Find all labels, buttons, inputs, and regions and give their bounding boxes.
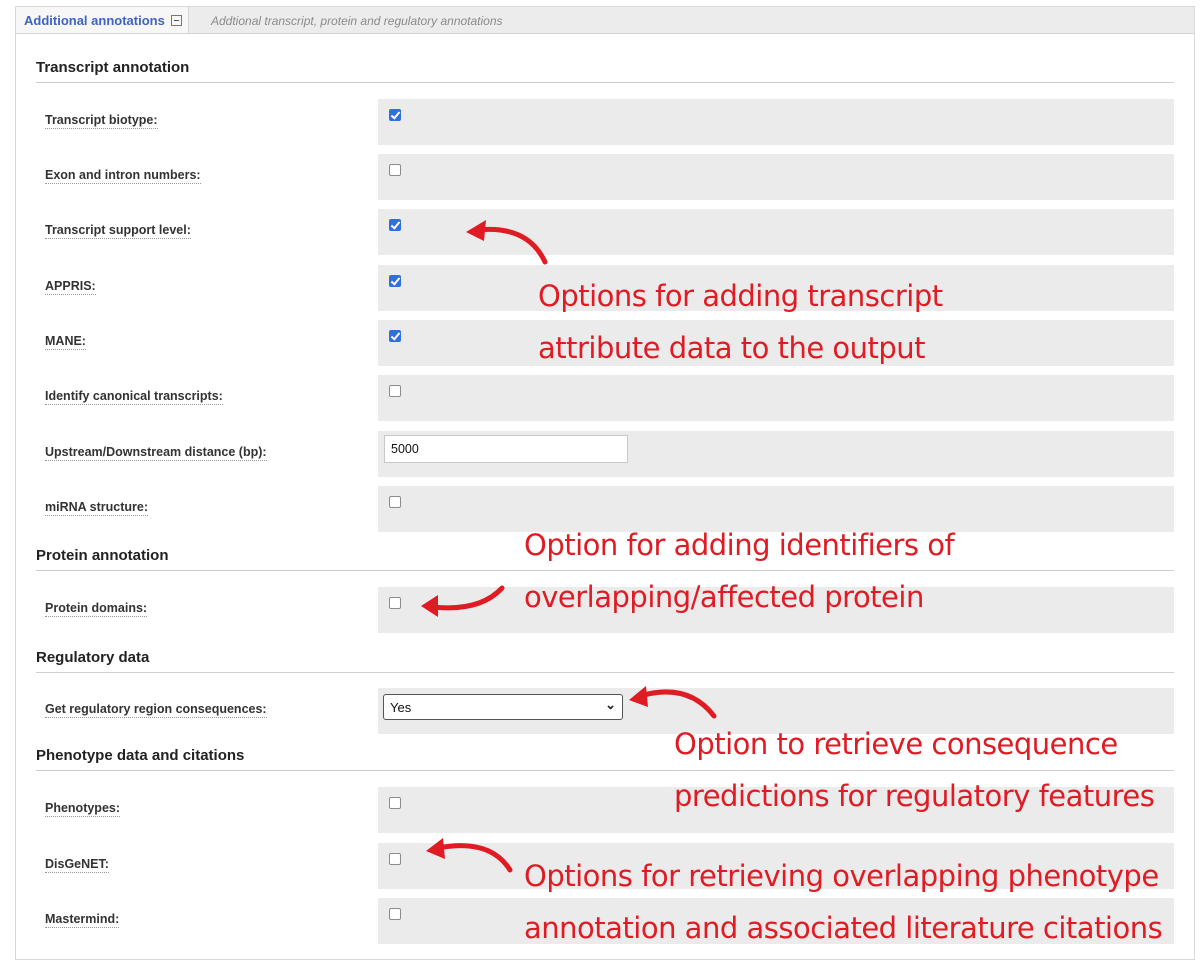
- label-up-down-distance: Upstream/Downstream distance (bp):: [45, 445, 267, 461]
- label-protein-domains: Protein domains:: [45, 601, 148, 617]
- checkbox-protein-domains[interactable]: [389, 597, 401, 609]
- label-exon-intron-numbers: Exon and intron numbers:: [45, 168, 201, 184]
- chevron-down-icon: ⌄: [605, 697, 616, 712]
- annotation-protein-line1: Option for adding identifiers of: [524, 528, 955, 562]
- distance-input[interactable]: [384, 435, 628, 463]
- checkbox-disgenet[interactable]: [389, 853, 401, 865]
- section-transcript-annotation: Transcript annotation: [36, 59, 1174, 83]
- checkbox-mastermind[interactable]: [389, 908, 401, 920]
- label-mirna-structure: miRNA structure:: [45, 500, 149, 516]
- annotation-phenotype-line1: Options for retrieving overlapping pheno…: [524, 859, 1159, 893]
- row-exon-intron-numbers: [378, 154, 1174, 200]
- tab-title: Additional annotations: [24, 12, 165, 28]
- label-transcript-support-level: Transcript support level:: [45, 223, 191, 239]
- checkbox-transcript-support-level[interactable]: [389, 219, 401, 231]
- row-identify-canonical: [378, 375, 1174, 421]
- checkbox-mirna-structure[interactable]: [389, 496, 401, 508]
- annotation-transcript-line1: Options for adding transcript: [538, 279, 943, 313]
- checkbox-phenotypes[interactable]: [389, 797, 401, 809]
- tab-description: Addtional transcript, protein and regula…: [211, 14, 503, 28]
- checkbox-appris[interactable]: [389, 275, 401, 287]
- checkbox-transcript-biotype[interactable]: [389, 109, 401, 121]
- annotation-phenotype: Options for retrieving overlapping pheno…: [524, 850, 1163, 954]
- label-phenotypes: Phenotypes:: [45, 801, 121, 817]
- regulatory-select[interactable]: Yes ⌄: [383, 694, 623, 720]
- label-mastermind: Mastermind:: [45, 912, 120, 928]
- annotation-transcript: Options for adding transcript attribute …: [538, 270, 943, 374]
- label-disgenet: DisGeNET:: [45, 857, 109, 873]
- tab-bar: Additional annotations Addtional transcr…: [16, 7, 1194, 34]
- label-appris: APPRIS:: [45, 279, 96, 295]
- annotation-regulatory-line1: Option to retrieve consequence: [674, 727, 1118, 761]
- annotation-regulatory-line2: predictions for regulatory features: [674, 779, 1155, 813]
- annotation-phenotype-line2: annotation and associated literature cit…: [524, 911, 1163, 945]
- label-mane: MANE:: [45, 334, 86, 350]
- regulatory-select-value: Yes: [390, 700, 412, 715]
- annotation-protein-line2: overlapping/affected protein: [524, 580, 924, 614]
- row-transcript-biotype: [378, 99, 1174, 145]
- section-regulatory-data: Regulatory data: [36, 649, 1174, 673]
- checkbox-mane[interactable]: [389, 330, 401, 342]
- annotation-transcript-line2: attribute data to the output: [538, 331, 926, 365]
- label-transcript-biotype: Transcript biotype:: [45, 113, 158, 129]
- annotation-protein: Option for adding identifiers of overlap…: [524, 519, 955, 623]
- checkbox-exon-intron-numbers[interactable]: [389, 164, 401, 176]
- label-regulatory-consequences: Get regulatory region consequences:: [45, 702, 267, 718]
- row-up-down-distance: [378, 431, 1174, 477]
- checkbox-identify-canonical[interactable]: [389, 385, 401, 397]
- collapse-icon[interactable]: [170, 14, 182, 26]
- label-identify-canonical: Identify canonical transcripts:: [45, 389, 223, 405]
- annotation-regulatory: Option to retrieve consequence predictio…: [674, 718, 1155, 822]
- row-transcript-support-level: [378, 209, 1174, 255]
- tab-additional-annotations[interactable]: Additional annotations: [16, 7, 189, 33]
